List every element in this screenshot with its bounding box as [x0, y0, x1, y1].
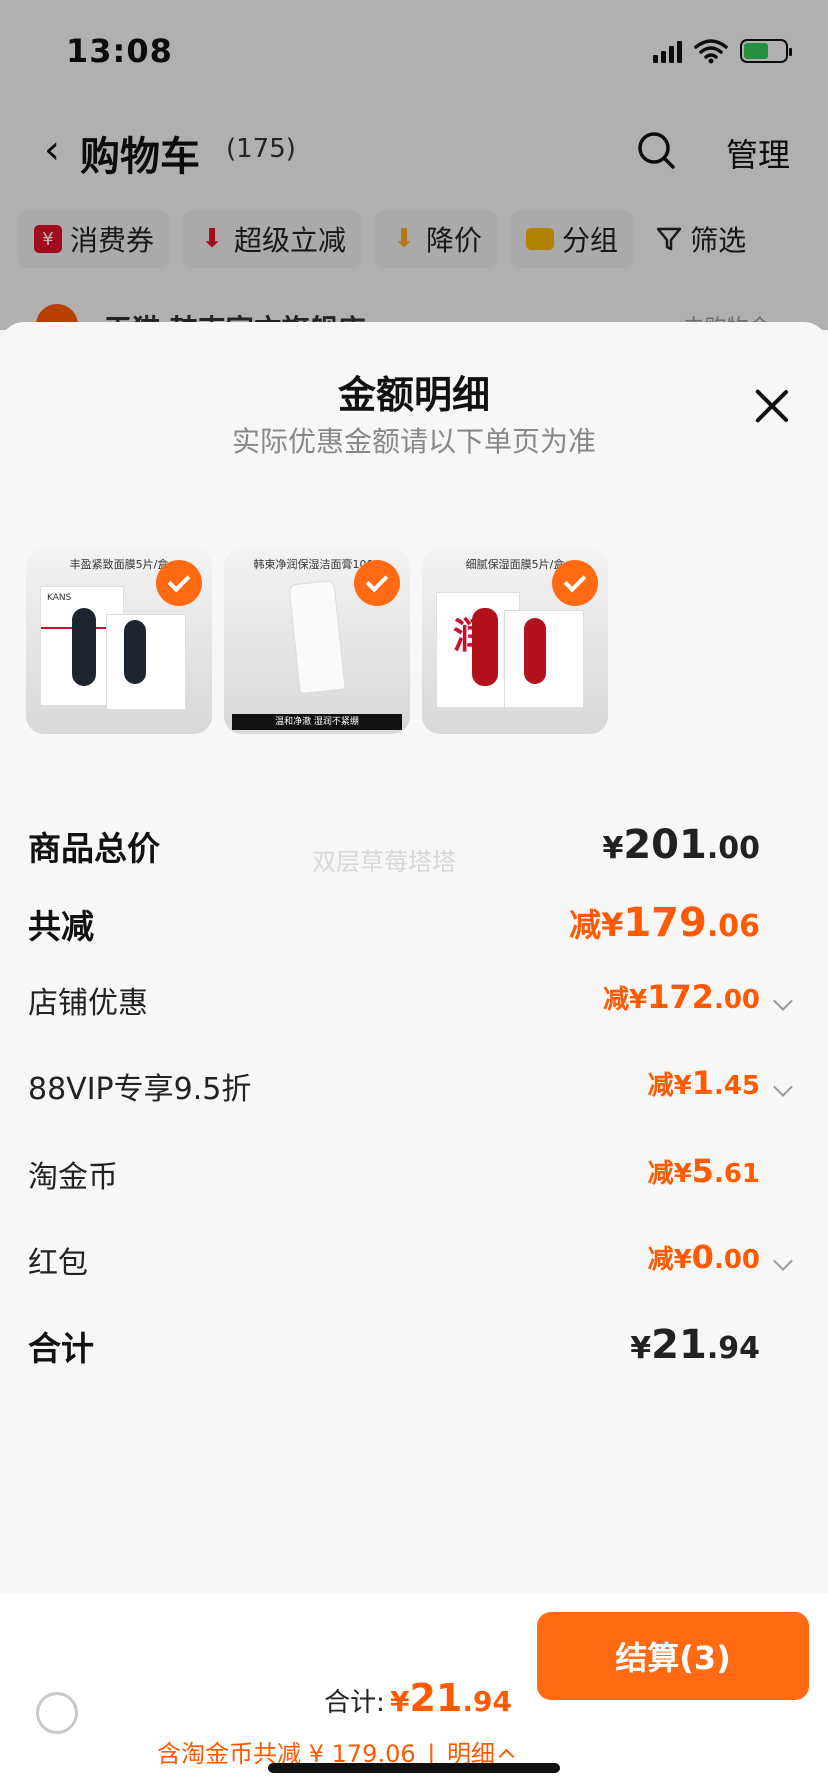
select-all-checkbox[interactable]: [36, 1692, 78, 1734]
product-thumbnail[interactable]: 韩束净润保湿洁面膏100g 温和净澈 湿润不紧绷: [224, 548, 410, 734]
chevron-down-icon[interactable]: [773, 1251, 793, 1271]
bar-total-label: 合计:: [324, 1688, 385, 1718]
store-discount-row[interactable]: 店铺优惠 减¥172.00: [28, 978, 800, 1028]
product-package-text: KANS: [47, 593, 72, 603]
goods-total-label: 商品总价: [28, 829, 160, 868]
product-bottle-image: [72, 608, 96, 686]
sum-row: 合计 ¥21.94: [28, 1322, 800, 1372]
product-band-text: 温和净澈 湿润不紧绷: [232, 714, 402, 730]
coins-label: 淘金币: [28, 1160, 118, 1195]
coins-value: 减¥5.61: [647, 1152, 760, 1190]
amount-detail-sheet: 金额明细 实际优惠金额请以下单页为准 丰盈紧致面膜5片/盒 KANS 韩束净润保…: [0, 322, 828, 1792]
goods-total-row: 商品总价 ¥201.00: [28, 822, 800, 872]
store-discount-label: 店铺优惠: [28, 986, 148, 1021]
close-icon[interactable]: [752, 386, 792, 426]
product-thumbnails: 丰盈紧致面膜5片/盒 KANS 韩束净润保湿洁面膏100g 温和净澈 湿润不紧绷…: [26, 548, 608, 734]
store-discount-value: 减¥172.00: [603, 978, 760, 1016]
sum-label: 合计: [28, 1329, 94, 1368]
vip-discount-value: 减¥1.45: [647, 1064, 760, 1102]
chevron-down-icon[interactable]: [773, 1077, 793, 1097]
product-thumbnail[interactable]: 细腻保湿面膜5片/盒 润: [422, 548, 608, 734]
selected-check-icon[interactable]: [354, 560, 400, 606]
coins-row: 淘金币 减¥5.61: [28, 1152, 800, 1202]
product-thumbnail[interactable]: 丰盈紧致面膜5片/盒 KANS: [26, 548, 212, 734]
bar-total-value: ¥21.94: [390, 1676, 512, 1720]
selected-check-icon[interactable]: [552, 560, 598, 606]
modal-overlay[interactable]: [0, 0, 828, 330]
sheet-title: 金额明细: [337, 373, 490, 417]
home-indicator: [268, 1763, 560, 1773]
vip-discount-label: 88VIP专享9.5折: [28, 1072, 252, 1107]
bar-total: 合计: ¥21.94: [324, 1676, 512, 1720]
goods-total-value: ¥201.00: [602, 822, 760, 868]
red-packet-row[interactable]: 红包 减¥0.00: [28, 1238, 800, 1288]
product-bottle-image: [524, 618, 546, 684]
selected-check-icon[interactable]: [156, 560, 202, 606]
chevron-down-icon[interactable]: [773, 991, 793, 1011]
chevron-up-icon[interactable]: [498, 1748, 515, 1765]
sum-value: ¥21.94: [630, 1322, 760, 1368]
product-bottle-image: [472, 608, 498, 686]
sheet-subtitle: 实际优惠金额请以下单页为准: [231, 425, 596, 458]
red-packet-value: 减¥0.00: [647, 1238, 760, 1276]
product-sachets-image: [106, 614, 186, 710]
checkout-button[interactable]: 结算(3): [537, 1612, 809, 1700]
red-packet-label: 红包: [28, 1246, 88, 1281]
total-discount-label: 共减: [28, 907, 94, 946]
total-discount-row: 共减 减¥179.06: [28, 900, 800, 950]
total-discount-value: 减¥179.06: [569, 900, 760, 946]
vip-discount-row[interactable]: 88VIP专享9.5折 减¥1.45: [28, 1064, 800, 1114]
product-tube-image: [288, 579, 346, 695]
product-bottle-image: [124, 620, 146, 684]
